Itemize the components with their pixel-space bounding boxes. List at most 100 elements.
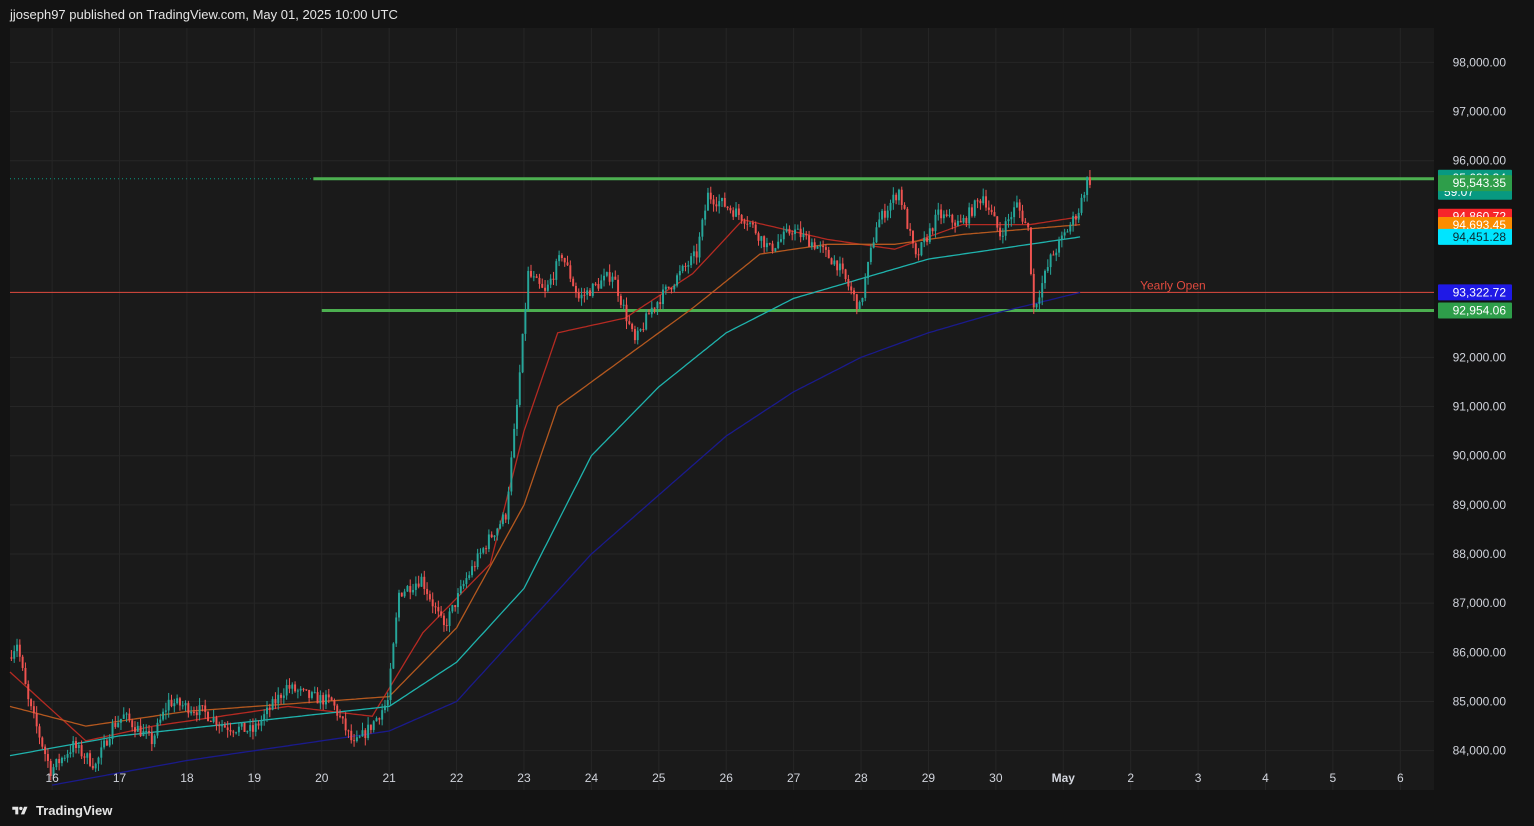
candle-body [695, 251, 698, 258]
candle-body [774, 248, 777, 252]
candle [395, 612, 398, 647]
price-axis[interactable]: 98,000.00 97,000.00 96,000.00 92,000.00 91,0… [1453, 55, 1507, 757]
plot-area[interactable] [10, 28, 1434, 790]
candle-body [779, 239, 782, 242]
candle-body [1032, 274, 1035, 308]
candle [676, 273, 679, 288]
candle-body [878, 219, 881, 228]
candle-body [212, 717, 215, 722]
candle-body [100, 747, 103, 758]
x-tick-label: 23 [517, 771, 531, 785]
time-axis[interactable]: 16 17 18 19 20 21 22 23 24 25 26 27 28 29 30 May 2 3 4 5 6 [45, 771, 1404, 785]
candle-body [765, 243, 768, 248]
candle-body [645, 313, 648, 330]
price-label: 95,543.35 [1438, 175, 1512, 192]
candle-body [760, 236, 763, 241]
candle-body [1088, 177, 1091, 185]
candle-body [670, 288, 673, 290]
candle-body [395, 617, 398, 644]
candle-body [251, 725, 254, 732]
candle-body [1035, 303, 1038, 308]
candle-body [805, 233, 808, 236]
candle [243, 722, 246, 732]
candle [920, 241, 923, 257]
candle-body [889, 202, 892, 211]
candle-body [605, 272, 608, 276]
candle-body [159, 719, 162, 723]
candle-body [288, 685, 291, 689]
candle-body [153, 735, 156, 745]
candle-body [816, 246, 819, 249]
candle-body [254, 723, 257, 732]
candle-body [38, 726, 41, 738]
y-tick-label: 97,000.00 [1453, 105, 1507, 119]
x-tick-label: 27 [787, 771, 801, 785]
candle-body [987, 207, 990, 210]
candle-body [361, 730, 364, 737]
candle-body [86, 753, 89, 758]
candle-body [501, 514, 504, 525]
candle-body [594, 283, 597, 285]
candle-body [440, 611, 443, 616]
candle-body [35, 713, 38, 727]
candle-body [178, 698, 181, 706]
candle-body [527, 270, 530, 310]
candle-body [167, 699, 170, 711]
candle-body [10, 657, 13, 659]
candle-body [577, 292, 580, 299]
x-tick-label: May [1052, 771, 1076, 785]
candle-body [948, 214, 951, 216]
candle-body [119, 718, 122, 723]
candle [527, 266, 530, 312]
candle-body [583, 294, 586, 296]
candle-body [243, 722, 246, 732]
candle-body [1049, 254, 1052, 268]
x-tick-label: 18 [180, 771, 194, 785]
candle-body [1001, 235, 1004, 237]
candle-body [66, 754, 69, 758]
candle-body [555, 261, 558, 280]
candle-body [726, 206, 729, 208]
candle-body [204, 705, 207, 712]
candle-body [339, 715, 342, 717]
candle-body [392, 643, 395, 669]
candle-body [336, 705, 339, 716]
candle-body [544, 287, 547, 291]
candle-body [819, 245, 822, 247]
candle-body [499, 524, 502, 529]
candle-body [1013, 207, 1016, 218]
candle-body [13, 651, 16, 659]
candle-body [448, 611, 451, 626]
candle-body [83, 756, 86, 758]
candle-body [662, 289, 665, 305]
candle-body [836, 260, 839, 271]
candle [973, 199, 976, 218]
candle-body [794, 229, 797, 235]
candle-body [833, 260, 836, 265]
y-tick-label: 85,000.00 [1453, 695, 1507, 709]
candle-body [1055, 252, 1058, 256]
candle-body [850, 286, 853, 291]
tradingview-logo-icon [12, 806, 28, 814]
candle [392, 642, 395, 670]
candle-body [591, 283, 594, 296]
candle-body [459, 586, 462, 594]
tradingview-footer[interactable]: TradingView [10, 803, 112, 818]
candlestick-chart[interactable]: Yearly Open 98,000.0097,000.0096,000.009… [0, 0, 1534, 826]
candle-body [572, 278, 575, 286]
candle-body [322, 695, 325, 705]
candle-body [698, 236, 701, 258]
candle-body [190, 711, 193, 714]
candle-body [412, 589, 415, 593]
price-label-value: 93,322.72 [1453, 285, 1507, 299]
candle-body [513, 428, 516, 458]
candle-body [445, 625, 448, 627]
candle-body [965, 217, 968, 224]
candle-body [1074, 215, 1077, 220]
candle-body [1029, 227, 1032, 275]
y-tick-label: 92,000.00 [1453, 350, 1507, 364]
candle-body [442, 615, 445, 626]
candle-body [218, 725, 221, 727]
candle-body [589, 290, 591, 296]
candle-body [333, 700, 336, 706]
